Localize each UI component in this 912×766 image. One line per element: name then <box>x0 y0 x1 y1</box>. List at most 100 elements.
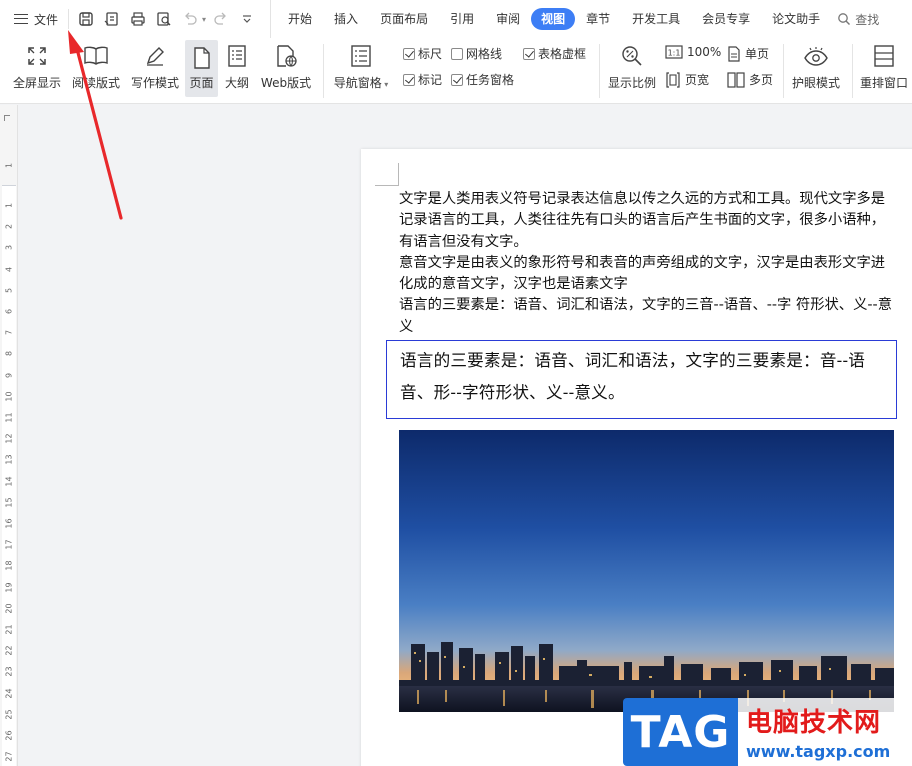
markup-checkbox[interactable]: 标记 <box>403 71 442 88</box>
ruler-tick-label: 9 <box>4 372 14 378</box>
zoom-label: 显示比例 <box>607 76 656 90</box>
paragraph[interactable]: 文字是人类用表义符号记录表达信息以传之久远的方式和工具。现代文字多是记录语言的工… <box>399 189 899 253</box>
crop-mark <box>398 163 399 186</box>
document-canvas[interactable]: 文字是人类用表义符号记录表达信息以传之久远的方式和工具。现代文字多是记录语言的工… <box>18 105 912 766</box>
outline-view-label: 大纲 <box>224 76 249 90</box>
task-pane-checkbox-label: 任务窗格 <box>466 73 515 87</box>
watermark-site-name: 电脑技术网 <box>746 708 882 738</box>
reading-layout-button[interactable]: 阅读版式 <box>68 38 124 98</box>
tab-thesis-assistant[interactable]: 论文助手 <box>761 8 831 30</box>
ruler-tick-label: 21 <box>4 624 14 635</box>
single-page-label: 单页 <box>745 47 770 61</box>
undo-icon[interactable] <box>179 8 201 30</box>
eye-protection-button[interactable]: 护眼模式 <box>787 38 845 98</box>
undo-dropdown-icon[interactable]: ▾ <box>202 15 206 24</box>
ruler-tick-label: 5 <box>4 287 14 293</box>
tab-home[interactable]: 开始 <box>277 8 323 30</box>
ruler-tick-label: 20 <box>4 603 14 614</box>
page-icon <box>192 44 212 72</box>
tab-developer[interactable]: 开发工具 <box>621 8 691 30</box>
vertical-ruler[interactable]: 1 1 2 3 4 5 6 7 8 9 10 11 12 13 14 15 16 17 18 19 20 21 22 23 24… <box>0 105 18 766</box>
document-page[interactable]: 文字是人类用表义符号记录表达信息以传之久远的方式和工具。现代文字多是记录语言的工… <box>361 149 912 766</box>
ruler-tick-label: 19 <box>4 582 14 593</box>
tab-section[interactable]: 章节 <box>575 8 621 30</box>
zoom-100-label: 100% <box>687 45 722 59</box>
page-view-button[interactable]: 页面 <box>185 40 218 97</box>
tab-references[interactable]: 引用 <box>439 8 485 30</box>
zoom-button[interactable]: 显示比例 <box>604 38 660 98</box>
web-layout-label: Web版式 <box>260 76 312 90</box>
redo-icon[interactable] <box>210 8 232 30</box>
ruler-tick-label: 4 <box>4 266 14 272</box>
markup-checkbox-label: 标记 <box>418 73 443 87</box>
paragraph[interactable]: 语言的三要素是：语音、词汇和语法，文字的三音--语音、--字 符形状、义--意义 <box>399 295 899 338</box>
print-preview-icon[interactable] <box>153 8 175 30</box>
quick-access-toolbar: ▾ <box>68 9 264 29</box>
ruler-tick-label: 15 <box>4 497 14 508</box>
ruler-tick-label: 7 <box>4 330 14 336</box>
tab-insert[interactable]: 插入 <box>323 8 369 30</box>
single-page-button[interactable]: 单页 <box>727 45 769 62</box>
gridlines-checkbox[interactable]: 网格线 <box>451 45 502 62</box>
tab-review[interactable]: 审阅 <box>485 8 531 30</box>
ruler-tick-label: 3 <box>4 245 14 251</box>
ruler-tick-label: 22 <box>4 645 14 656</box>
watermark-tag-logo: TAG <box>623 698 738 766</box>
zoom-100-button[interactable]: 1:1 100% <box>665 45 721 59</box>
view-ribbon: 全屏显示 阅读版式 写作模式 页面 大纲 Web版式 导航窗格 ▾ 标尺 网格线… <box>0 38 912 104</box>
body-text[interactable]: 文字是人类用表义符号记录表达信息以传之久远的方式和工具。现代文字多是记录语言的工… <box>399 189 899 338</box>
hamburger-icon <box>14 14 28 24</box>
web-layout-button[interactable]: Web版式 <box>256 38 316 98</box>
framed-text[interactable]: 语言的三要素是：语音、词汇和语法，文字的三要素是：音--语音、形--字符形状、义… <box>400 351 865 402</box>
outline-view-button[interactable]: 大纲 <box>220 38 254 98</box>
task-pane-checkbox[interactable]: 任务窗格 <box>451 71 514 88</box>
ribbon-divider <box>783 44 784 98</box>
tab-page-layout[interactable]: 页面布局 <box>369 8 439 30</box>
ruler-tick-label: 2 <box>4 224 14 230</box>
ruler-tick-label: 14 <box>4 476 14 487</box>
page-width-button[interactable]: 页宽 <box>665 71 709 88</box>
rearrange-windows-button[interactable]: 重排窗口 <box>856 38 912 98</box>
watermark-text-panel: 电脑技术网 www.tagxp.com <box>738 698 912 766</box>
ruler-tick-label: 8 <box>4 351 14 357</box>
navigation-pane-label: 导航窗格 ▾ <box>333 76 389 90</box>
framed-text-box[interactable]: 语言的三要素是：语音、词汇和语法，文字的三要素是：音--语音、形--字符形状、义… <box>386 340 897 419</box>
watermark-url: www.tagxp.com <box>746 742 891 761</box>
search-icon <box>838 13 851 25</box>
ruler-checkbox-label: 标尺 <box>418 47 443 61</box>
table-gridlines-checkbox[interactable]: 表格虚框 <box>523 45 586 62</box>
navigation-pane-button[interactable]: 导航窗格 ▾ <box>330 38 392 98</box>
ruler-checkbox[interactable]: 标尺 <box>403 45 442 62</box>
ruler-corner-marker <box>4 115 10 121</box>
fullscreen-button[interactable]: 全屏显示 <box>8 38 66 98</box>
ruler-tick-label: 25 <box>4 709 14 720</box>
eye-icon <box>803 42 829 70</box>
navigation-pane-icon <box>350 42 372 70</box>
rearrange-windows-icon <box>873 42 895 70</box>
multi-page-button[interactable]: 多页 <box>727 71 773 88</box>
tab-view[interactable]: 视图 <box>531 8 576 30</box>
customize-toolbar-icon[interactable] <box>236 8 258 30</box>
site-watermark: TAG 电脑技术网 www.tagxp.com <box>623 698 912 766</box>
ruler-tick-label: 26 <box>4 730 14 741</box>
ruler-tick-label: 24 <box>4 688 14 699</box>
fullscreen-icon <box>26 42 48 70</box>
tab-member[interactable]: 会员专享 <box>691 8 761 30</box>
writing-mode-button[interactable]: 写作模式 <box>127 38 183 98</box>
night-cityscape-image[interactable] <box>399 430 894 712</box>
export-pdf-icon[interactable] <box>101 8 123 30</box>
rearrange-windows-label: 重排窗口 <box>859 76 908 90</box>
page-view-label: 页面 <box>189 76 214 90</box>
ribbon-divider <box>323 44 324 98</box>
ruler-tick-label: 1 <box>4 162 14 169</box>
svg-text:1:1: 1:1 <box>668 49 681 58</box>
save-icon[interactable] <box>75 8 97 30</box>
ruler-tick-label: 17 <box>4 539 14 550</box>
ruler-tick-label: 10 <box>4 391 14 402</box>
print-icon[interactable] <box>127 8 149 30</box>
file-menu-button[interactable]: 文件 <box>0 0 68 38</box>
search-box[interactable]: 查找 <box>837 11 879 28</box>
ruler-tick-label: 18 <box>4 560 14 571</box>
multi-page-icon <box>727 71 745 88</box>
paragraph[interactable]: 意音文字是由表义的象形符号和表音的声旁组成的文字，汉字是由表形文字进化成的意音文… <box>399 253 899 296</box>
